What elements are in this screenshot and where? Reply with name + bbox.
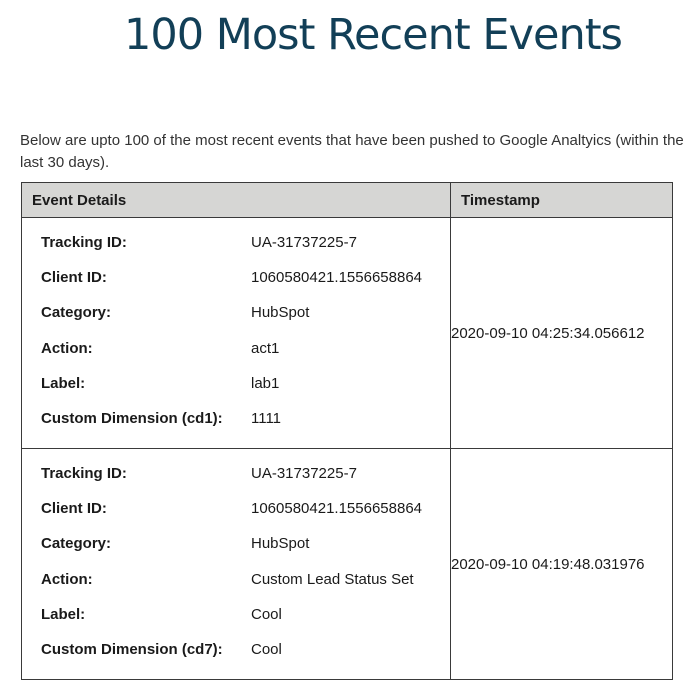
- detail-label: Action:: [41, 339, 93, 357]
- table-row: Tracking ID: UA-31737225-7 Client ID: 10…: [21, 217, 673, 449]
- event-timestamp: 2020-09-10 04:25:34.056612: [450, 217, 673, 449]
- detail-label: Custom Dimension (cd7):: [41, 640, 223, 658]
- page-title: 100 Most Recent Events: [124, 10, 623, 60]
- detail-row-tracking-id: Tracking ID: UA-31737225-7: [41, 234, 450, 269]
- detail-value: Cool: [251, 605, 282, 623]
- table-row: Tracking ID: UA-31737225-7 Client ID: 10…: [21, 448, 673, 680]
- event-details-cell: Tracking ID: UA-31737225-7 Client ID: 10…: [21, 448, 451, 680]
- intro-text: Below are upto 100 of the most recent ev…: [20, 132, 684, 171]
- detail-row-client-id: Client ID: 1060580421.1556658864: [41, 500, 450, 535]
- table-header-row: Event Details Timestamp: [21, 182, 673, 218]
- detail-label: Client ID:: [41, 269, 107, 287]
- detail-value: HubSpot: [251, 535, 310, 553]
- detail-value: UA-31737225-7: [251, 234, 357, 251]
- event-details-cell: Tracking ID: UA-31737225-7 Client ID: 10…: [21, 217, 451, 449]
- detail-row-action: Action: Custom Lead Status Set: [41, 571, 450, 606]
- detail-value: 1060580421.1556658864: [251, 269, 423, 287]
- detail-label: Category:: [41, 535, 112, 553]
- detail-row-category: Category: HubSpot: [41, 304, 450, 339]
- detail-label: Label:: [41, 374, 86, 392]
- detail-label: Action:: [41, 570, 93, 588]
- detail-row-custom-dimension: Custom Dimension (cd1): 1111: [41, 410, 450, 445]
- detail-row-category: Category: HubSpot: [41, 535, 450, 570]
- detail-row-action: Action: act1: [41, 340, 450, 375]
- detail-value: 1111: [251, 409, 282, 427]
- detail-label: Client ID:: [41, 500, 107, 518]
- events-table: Event Details Timestamp Tracking ID: UA-…: [21, 182, 673, 680]
- detail-value: act1: [251, 339, 280, 357]
- detail-value: Custom Lead Status Set: [251, 570, 414, 588]
- header-event-details: Event Details: [21, 182, 451, 218]
- detail-label: Tracking ID:: [41, 465, 127, 482]
- detail-row-custom-dimension: Custom Dimension (cd7): Cool: [41, 641, 450, 676]
- detail-label: Label:: [41, 605, 86, 623]
- detail-label: Tracking ID:: [41, 234, 127, 251]
- detail-value: lab1: [251, 374, 280, 392]
- detail-label: Custom Dimension (cd1):: [41, 409, 223, 427]
- event-timestamp: 2020-09-10 04:19:48.031976: [450, 448, 673, 680]
- detail-row-tracking-id: Tracking ID: UA-31737225-7: [41, 465, 450, 500]
- detail-row-label: Label: lab1: [41, 375, 450, 410]
- detail-label: Category:: [41, 304, 112, 322]
- detail-row-label: Label: Cool: [41, 606, 450, 641]
- header-timestamp: Timestamp: [450, 182, 673, 218]
- detail-value: Cool: [251, 640, 282, 658]
- detail-row-client-id: Client ID: 1060580421.1556658864: [41, 269, 450, 304]
- detail-value: HubSpot: [251, 304, 310, 322]
- detail-value: UA-31737225-7: [251, 465, 357, 482]
- detail-value: 1060580421.1556658864: [251, 500, 423, 518]
